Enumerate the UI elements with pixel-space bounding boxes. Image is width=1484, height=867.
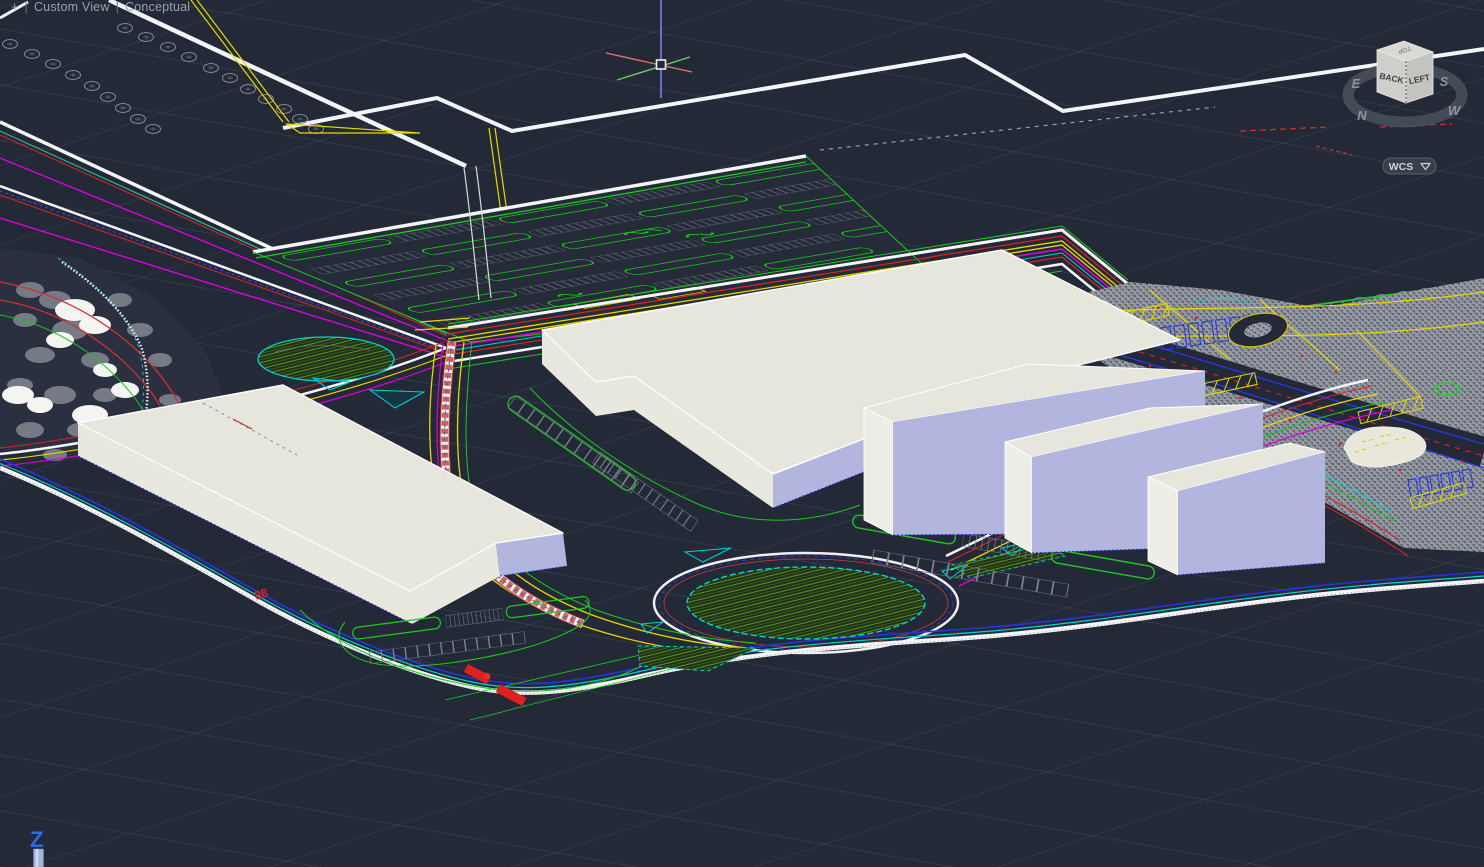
compass-n[interactable]: N: [1357, 108, 1367, 123]
ucs-z-label: Z: [30, 827, 43, 852]
viewport-controls: + | Custom View | Conceptual: [6, 0, 195, 16]
wcs-button[interactable]: WCS: [1383, 158, 1436, 174]
roundabout-small: [258, 337, 394, 381]
compass-w[interactable]: W: [1448, 103, 1462, 118]
viewcube: N W S E BACK LEFT TOP WCS: [1348, 41, 1462, 174]
viewport-menu-view[interactable]: Custom View: [29, 0, 115, 14]
roundabout-large: [687, 567, 925, 639]
scene-svg: 88: [0, 0, 1484, 867]
ucs-icon: Z: [30, 827, 44, 867]
wcs-label: WCS: [1389, 161, 1414, 173]
building-left: [78, 385, 567, 624]
compass-e[interactable]: E: [1352, 76, 1361, 91]
pickbox: [657, 60, 666, 69]
compass-s[interactable]: S: [1440, 74, 1449, 89]
viewport-canvas[interactable]: + | Custom View | Conceptual: [0, 0, 1484, 867]
viewport-menu-style[interactable]: Conceptual: [120, 0, 195, 14]
red-curb-annotation: 88: [253, 585, 270, 603]
viewport-menu-expand[interactable]: +: [6, 0, 24, 14]
crosshair-cursor: [606, 0, 692, 98]
